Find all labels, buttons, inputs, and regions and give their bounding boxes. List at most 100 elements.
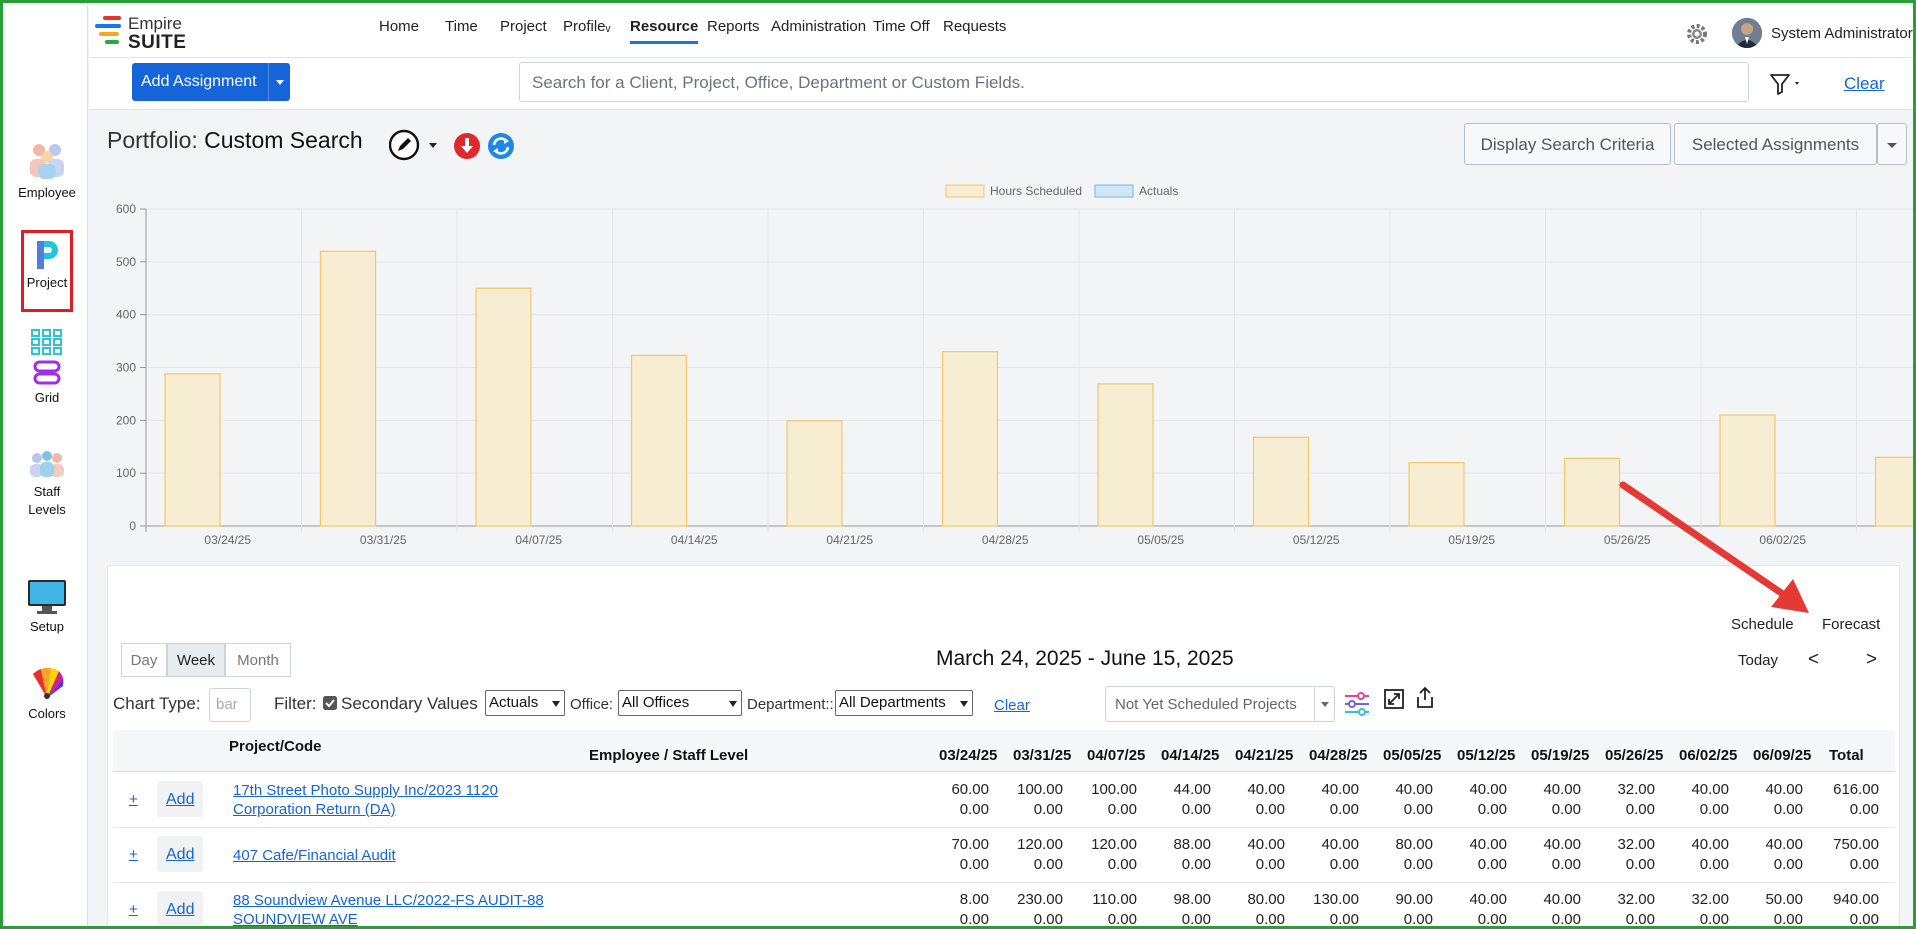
sidebar-item-label: Staff Levels	[28, 484, 66, 517]
x-tick-label: 04/14/25	[671, 533, 718, 547]
forecast-view-button[interactable]: Forecast	[1812, 608, 1891, 641]
expand-row-button[interactable]: +	[129, 791, 138, 808]
cell-actuals: 0.00	[1773, 856, 1803, 873]
cell-scheduled: 44.00	[1173, 781, 1211, 798]
col-week: 04/07/25	[1087, 747, 1146, 764]
nav-home[interactable]: Home	[379, 18, 419, 35]
bar-hours-scheduled	[786, 420, 843, 527]
chart-type-input[interactable]: bar	[209, 688, 251, 722]
cell-scheduled: 40.00	[1395, 781, 1433, 798]
brand-line2: SUITE	[128, 32, 187, 53]
top-navigation: Empire SUITE Home Time Project Profileᵥ …	[89, 6, 1913, 58]
cell-actuals: 0.00	[1033, 911, 1063, 928]
next-button[interactable]: >	[1866, 649, 1877, 671]
filter-icon[interactable]	[1769, 73, 1803, 95]
sidebar-item-setup[interactable]: Setup	[6, 579, 88, 634]
left-sidebar: Employee Project Grid Staff Levels Setup…	[6, 6, 88, 926]
project-link[interactable]: 407 Cafe/Financial Audit	[233, 846, 553, 865]
nav-reports[interactable]: Reports	[707, 18, 760, 35]
selected-assignments-dropdown[interactable]	[1877, 123, 1907, 165]
bar-hours-scheduled	[164, 373, 221, 527]
gear-icon[interactable]	[1686, 23, 1708, 45]
today-button[interactable]: Today	[1738, 652, 1778, 669]
row-total-scheduled: 616.00	[1833, 781, 1879, 798]
month-view-button[interactable]: Month	[225, 643, 291, 677]
row-total-actuals: 0.00	[1849, 856, 1879, 873]
project-p-icon	[37, 241, 58, 269]
col-employee-staff-level: Employee / Staff Level	[589, 747, 749, 764]
actuals-select[interactable]: Actuals	[485, 690, 565, 716]
col-project-code: Project/Code	[229, 738, 322, 755]
cell-scheduled: 40.00	[1691, 836, 1729, 853]
project-link[interactable]: 88 Soundview Avenue LLC/2022-FS AUDIT-88…	[233, 891, 553, 926]
sliders-icon[interactable]	[1343, 690, 1371, 718]
user-avatar[interactable]	[1732, 18, 1762, 48]
cell-scheduled: 60.00	[951, 781, 989, 798]
search-input[interactable]: Search for a Client, Project, Office, De…	[519, 62, 1749, 102]
add-row-button[interactable]: Add	[157, 891, 203, 926]
nav-time-off[interactable]: Time Off	[873, 18, 930, 35]
sidebar-item-employee[interactable]: Employee	[6, 141, 88, 200]
secondary-values-checkbox[interactable]	[323, 696, 337, 710]
project-link[interactable]: 17th Street Photo Supply Inc/2023 1120 C…	[233, 781, 553, 819]
cell-actuals: 0.00	[1255, 856, 1285, 873]
search-placeholder: Search for a Client, Project, Office, De…	[532, 73, 1025, 92]
office-select[interactable]: All Offices	[618, 690, 742, 716]
legend-swatch-scheduled	[945, 184, 985, 198]
sidebar-item-colors[interactable]: Colors	[6, 666, 88, 721]
cell-actuals: 0.00	[1255, 911, 1285, 928]
selected-assignments-button[interactable]: Selected Assignments	[1674, 123, 1877, 165]
display-search-criteria-button[interactable]: Display Search Criteria	[1464, 123, 1671, 165]
brand-logo[interactable]: Empire SUITE	[95, 12, 205, 54]
cell-scheduled: 100.00	[1017, 781, 1063, 798]
cell-scheduled: 230.00	[1017, 891, 1063, 908]
clear-filters-link[interactable]: Clear	[994, 697, 1030, 714]
cell-scheduled: 40.00	[1321, 836, 1359, 853]
add-assignment-dropdown-toggle[interactable]	[268, 63, 290, 101]
cell-scheduled: 40.00	[1469, 781, 1507, 798]
nav-project[interactable]: Project	[500, 18, 547, 35]
expand-icon[interactable]	[1383, 688, 1405, 710]
nav-requests[interactable]: Requests	[943, 18, 1006, 35]
cell-actuals: 0.00	[1181, 911, 1211, 928]
cell-actuals: 0.00	[1477, 911, 1507, 928]
download-icon[interactable]	[453, 132, 481, 160]
x-tick-label: 05/12/25	[1293, 533, 1340, 547]
expand-row-button[interactable]: +	[129, 901, 138, 918]
add-assignment-button[interactable]: Add Assignment	[132, 63, 290, 101]
cell-scheduled: 70.00	[951, 836, 989, 853]
nav-profile[interactable]: Profileᵥ	[563, 18, 610, 35]
week-view-button[interactable]: Week	[167, 643, 225, 677]
share-icon[interactable]	[1414, 686, 1436, 710]
sidebar-item-label: Setup	[30, 619, 64, 634]
add-row-button[interactable]: Add	[157, 781, 203, 817]
user-name[interactable]: System Administrator	[1771, 25, 1913, 42]
not-scheduled-select[interactable]: Not Yet Scheduled Projects	[1105, 686, 1335, 722]
day-view-button[interactable]: Day	[121, 643, 167, 677]
clear-search-link[interactable]: Clear	[1844, 74, 1885, 94]
sidebar-item-project[interactable]: Project	[21, 230, 73, 312]
brand-line1: Empire	[128, 14, 182, 33]
cell-scheduled: 8.00	[959, 891, 989, 908]
nav-time[interactable]: Time	[445, 18, 478, 35]
cell-scheduled: 32.00	[1691, 891, 1729, 908]
row-total-scheduled: 940.00	[1833, 891, 1879, 908]
refresh-icon[interactable]	[487, 132, 515, 160]
cell-actuals: 0.00	[1107, 911, 1137, 928]
sidebar-item-grid[interactable]: Grid	[6, 328, 88, 405]
cell-scheduled: 120.00	[1091, 836, 1137, 853]
cell-actuals: 0.00	[1107, 801, 1137, 818]
edit-pencil-icon[interactable]	[389, 129, 441, 161]
legend-label-scheduled: Hours Scheduled	[990, 184, 1082, 198]
expand-row-button[interactable]: +	[129, 846, 138, 863]
department-select[interactable]: All Departments	[835, 690, 973, 716]
nav-administration[interactable]: Administration	[771, 18, 866, 35]
x-tick-label: 04/28/25	[982, 533, 1029, 547]
sidebar-item-staff-levels[interactable]: Staff Levels	[6, 449, 88, 519]
nav-resource[interactable]: Resource	[630, 18, 699, 44]
add-row-button[interactable]: Add	[157, 836, 203, 872]
previous-button[interactable]: <	[1808, 649, 1819, 671]
chevron-down-icon[interactable]	[1314, 687, 1334, 721]
app-frame: Employee Project Grid Staff Levels Setup…	[0, 0, 1916, 929]
cell-scheduled: 80.00	[1247, 891, 1285, 908]
